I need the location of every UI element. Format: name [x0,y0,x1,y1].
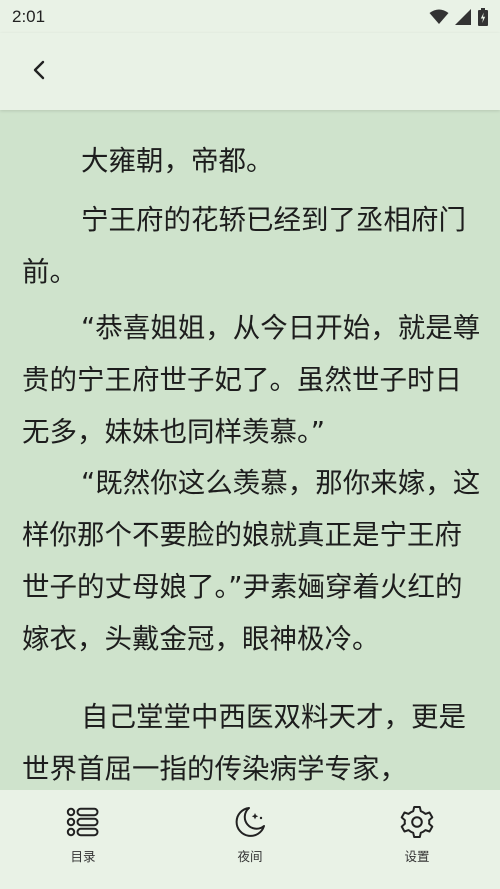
status-time: 2:01 [12,6,46,26]
app-bar [0,33,500,110]
nav-item-catalog[interactable]: 目录 [33,804,133,865]
moon-icon [232,804,268,840]
gear-icon [399,804,435,840]
nav-label-settings: 设置 [404,849,430,864]
bottom-toolbar: 目录 夜间 设置 [0,790,500,889]
chevron-left-icon [32,59,46,85]
nav-label-night-mode: 夜间 [237,849,263,864]
nav-item-night-mode[interactable]: 夜间 [200,804,300,865]
list-icon [65,804,101,840]
cellular-signal-icon [455,8,472,25]
wifi-icon [429,9,449,25]
paragraph: “既然你这么羡慕，那你来嫁，这样你那个不要脸的娘就真正是宁王府世子的丈母娘了。”… [22,467,481,655]
paragraph: 宁王府的花轿已经到了丞相府门前。 [22,204,466,288]
battery-charging-icon [478,7,488,26]
nav-label-catalog: 目录 [70,849,96,864]
paragraph: 自己堂堂中西医双料天才，更是世界首屈一指的传染病学专家， [22,701,466,785]
paragraph: 大雍朝，帝都。 [81,145,274,177]
paragraph: “恭喜姐姐，从今日开始，就是尊贵的宁王府世子妃了。虽然世子时日无多，妹妹也同样羡… [22,312,481,448]
status-icons [429,7,488,26]
status-bar: 2:01 [0,0,500,33]
back-button[interactable] [22,55,56,89]
nav-item-settings[interactable]: 设置 [367,804,467,865]
reader-content[interactable]: 大雍朝，帝都。 宁王府的花轿已经到了丞相府门前。 “恭喜姐姐，从今日开始，就是尊… [0,110,500,790]
